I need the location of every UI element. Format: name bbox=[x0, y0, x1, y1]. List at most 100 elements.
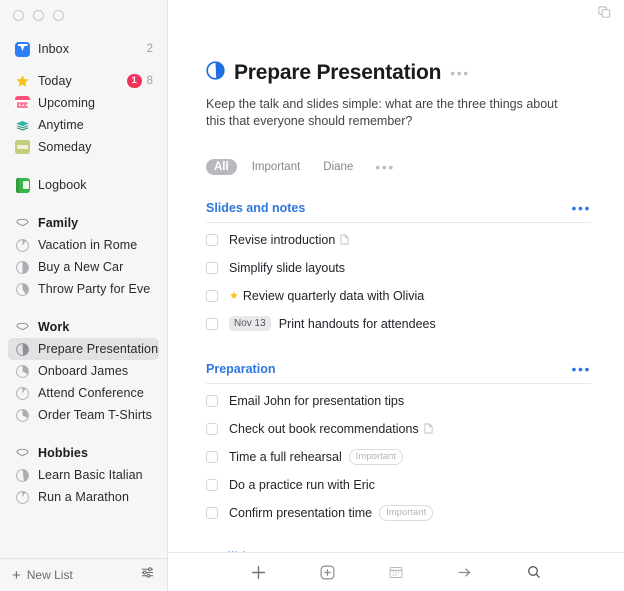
sidebar-project-run-a-marathon[interactable]: Run a Marathon bbox=[8, 486, 159, 508]
table-row[interactable]: Simplify slide layouts bbox=[206, 256, 591, 279]
table-row[interactable]: Check out book recommendations bbox=[206, 417, 591, 440]
filter-chip-diane[interactable]: Diane bbox=[315, 159, 361, 175]
sidebar-nav: Inbox 2 Today 1 8 Upcoming Anytime Somed… bbox=[0, 30, 167, 558]
sidebar-item-label: Logbook bbox=[38, 178, 87, 192]
sidebar-project-attend-conference[interactable]: Attend Conference bbox=[8, 382, 159, 404]
project-header: Prepare Presentation ••• bbox=[206, 61, 591, 85]
sidebar-project-onboard-james[interactable]: Onboard James bbox=[8, 360, 159, 382]
table-row[interactable]: Confirm presentation time Important bbox=[206, 501, 591, 524]
sidebar: Inbox 2 Today 1 8 Upcoming Anytime Somed… bbox=[0, 0, 168, 591]
sidebar-area-label: Hobbies bbox=[38, 446, 89, 460]
table-row[interactable]: Do a practice run with Eric bbox=[206, 473, 591, 496]
sidebar-project-throw-party-for-eve[interactable]: Throw Party for Eve bbox=[8, 278, 159, 300]
sidebar-area-work[interactable]: Work bbox=[8, 316, 159, 338]
sidebar-item-logbook[interactable]: Logbook bbox=[8, 174, 159, 196]
task-checkbox[interactable] bbox=[206, 289, 218, 302]
section-title: Preparation bbox=[206, 362, 276, 376]
task-checkbox[interactable] bbox=[206, 506, 218, 519]
inbox-icon bbox=[14, 41, 31, 58]
section-more-icon[interactable]: ••• bbox=[571, 362, 591, 376]
sidebar-item-someday[interactable]: Someday bbox=[8, 136, 159, 158]
project-progress-icon bbox=[14, 341, 31, 358]
task-checkbox[interactable] bbox=[206, 261, 218, 274]
sidebar-bottom-bar: + New List bbox=[0, 558, 167, 591]
task-title: Revise introduction bbox=[229, 232, 336, 247]
sidebar-area-hobbies[interactable]: Hobbies bbox=[8, 442, 159, 464]
new-to-do-button[interactable] bbox=[245, 561, 271, 583]
task-title: Check out book recommendations bbox=[229, 421, 419, 436]
multiple-windows-icon[interactable] bbox=[597, 5, 612, 25]
sidebar-project-prepare-presentation[interactable]: Prepare Presentation bbox=[8, 338, 159, 360]
task-title: Print handouts for attendees bbox=[278, 316, 436, 331]
table-row[interactable]: ★ Review quarterly data with Olivia bbox=[206, 284, 591, 307]
task-title: Time a full rehearsal bbox=[229, 449, 342, 464]
sidebar-area-family[interactable]: Family bbox=[8, 212, 159, 234]
project-progress-icon bbox=[14, 467, 31, 484]
logbook-icon bbox=[14, 177, 31, 194]
section-slides-and-notes: Slides and notes ••• Revise introduction… bbox=[206, 201, 591, 335]
task-checkbox[interactable] bbox=[206, 317, 218, 330]
project-progress-icon bbox=[14, 237, 31, 254]
new-project-button[interactable] bbox=[314, 561, 340, 583]
table-row[interactable]: Revise introduction bbox=[206, 228, 591, 251]
sidebar-project-label: Throw Party for Eve bbox=[38, 282, 151, 296]
sidebar-project-order-team-t-shirts[interactable]: Order Team T-Shirts bbox=[8, 404, 159, 426]
due-date-badge: Nov 13 bbox=[229, 316, 271, 331]
section-header[interactable]: Preparation ••• bbox=[206, 362, 591, 384]
project-progress-icon bbox=[14, 363, 31, 380]
sidebar-item-inbox[interactable]: Inbox 2 bbox=[8, 38, 159, 60]
new-list-button[interactable]: + New List bbox=[12, 568, 73, 583]
table-row[interactable]: Nov 13 Print handouts for attendees bbox=[206, 312, 591, 335]
table-row[interactable]: Time a full rehearsal Important bbox=[206, 445, 591, 468]
app-window: Inbox 2 Today 1 8 Upcoming Anytime Somed… bbox=[0, 0, 624, 591]
section-more-icon[interactable]: ••• bbox=[571, 201, 591, 215]
project-content: Prepare Presentation ••• Keep the talk a… bbox=[168, 30, 624, 552]
task-checkbox[interactable] bbox=[206, 233, 218, 246]
project-more-icon[interactable]: ••• bbox=[450, 66, 470, 80]
new-list-label: New List bbox=[26, 568, 73, 582]
task-title: Do a practice run with Eric bbox=[229, 477, 375, 492]
task-title: Email John for presentation tips bbox=[229, 393, 405, 408]
sidebar-project-vacation-in-rome[interactable]: Vacation in Rome bbox=[8, 234, 159, 256]
sliders-icon[interactable] bbox=[140, 565, 155, 585]
sidebar-item-label: Upcoming bbox=[38, 96, 96, 110]
table-row[interactable]: Email John for presentation tips bbox=[206, 389, 591, 412]
note-icon bbox=[340, 234, 349, 245]
today-count: 8 bbox=[146, 75, 153, 87]
sidebar-item-today[interactable]: Today 1 8 bbox=[8, 70, 159, 92]
task-checkbox[interactable] bbox=[206, 394, 218, 407]
sidebar-project-label: Onboard James bbox=[38, 364, 129, 378]
section-header[interactable]: Slides and notes ••• bbox=[206, 201, 591, 223]
when-calendar-button[interactable] bbox=[383, 561, 409, 583]
area-icon bbox=[14, 445, 31, 462]
task-checkbox[interactable] bbox=[206, 478, 218, 491]
search-button[interactable] bbox=[521, 561, 547, 583]
sidebar-project-buy-a-new-car[interactable]: Buy a New Car bbox=[8, 256, 159, 278]
task-checkbox[interactable] bbox=[206, 450, 218, 463]
star-icon bbox=[14, 73, 31, 90]
sidebar-area-label: Family bbox=[38, 216, 79, 230]
zoom-button[interactable] bbox=[53, 10, 64, 21]
sidebar-item-label: Today bbox=[38, 74, 72, 88]
sidebar-project-label: Vacation in Rome bbox=[38, 238, 138, 252]
sidebar-project-label: Attend Conference bbox=[38, 386, 144, 400]
project-progress-icon bbox=[14, 259, 31, 276]
filter-chip-all[interactable]: All bbox=[206, 159, 237, 175]
move-button[interactable] bbox=[452, 561, 478, 583]
sidebar-project-label: Order Team T-Shirts bbox=[38, 408, 152, 422]
sidebar-area-label: Work bbox=[38, 320, 70, 334]
sidebar-project-learn-basic-italian[interactable]: Learn Basic Italian bbox=[8, 464, 159, 486]
sidebar-item-anytime[interactable]: Anytime bbox=[8, 114, 159, 136]
filter-more-icon[interactable]: ••• bbox=[375, 160, 395, 174]
sidebar-item-upcoming[interactable]: Upcoming bbox=[8, 92, 159, 114]
project-progress-icon bbox=[14, 489, 31, 506]
main-toolbar bbox=[168, 0, 624, 30]
filter-chip-important[interactable]: Important bbox=[244, 159, 309, 175]
task-checkbox[interactable] bbox=[206, 422, 218, 435]
project-note[interactable]: Keep the talk and slides simple: what ar… bbox=[206, 96, 574, 130]
close-button[interactable] bbox=[13, 10, 24, 21]
minimize-button[interactable] bbox=[33, 10, 44, 21]
sidebar-project-label: Learn Basic Italian bbox=[38, 468, 143, 482]
